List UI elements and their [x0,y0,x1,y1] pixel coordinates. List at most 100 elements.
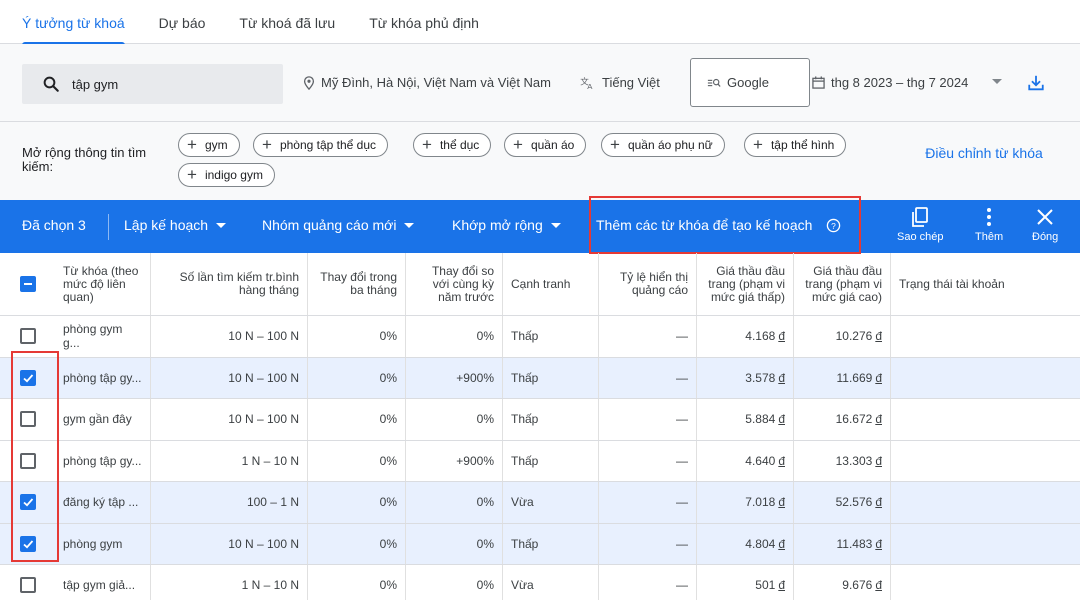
cell-bid-low: 3.578 đ [697,357,794,398]
plus-icon: + [422,134,432,154]
table-row[interactable]: phòng tập gy... 10 N – 100 N 0% +900% Thấp —3… [0,357,1080,399]
svg-text:A: A [587,82,593,90]
chip-phong-tap-the-duc[interactable]: + phòng tập thể dục [253,133,389,157]
cell-keyword[interactable]: đăng ký tập ... [55,482,151,523]
cell-bid-high: 16.672 đ [794,399,891,440]
cell-competition: Vừa [503,565,599,600]
row-checkbox-cell [0,565,55,600]
select-all-checkbox[interactable] [19,276,36,292]
cell-keyword[interactable]: phòng gym [55,523,151,564]
chevron-down-icon [550,222,561,228]
table-row[interactable]: phòng gym g... 10 N – 100 N 0% 0% Thấp —4.168… [0,316,1080,358]
table-row[interactable]: tập gym giả... 1 N – 10 N 0% 0% Vừa —501 đ 9.67… [0,565,1080,600]
table-row[interactable]: phòng tập gy... 1 N – 10 N 0% +900% Thấp —4.6… [0,440,1080,482]
cell-keyword[interactable]: tập gym giả... [55,565,151,600]
cell-bid-high: 9.676 đ [794,565,891,600]
location-selector[interactable]: Mỹ Đình, Hà Nội, Việt Nam và Việt Nam [303,75,551,90]
close-button[interactable]: Đóng [1032,206,1058,243]
cell-account-status [891,441,1080,482]
cell-bid-low: 4.804 đ [697,523,794,564]
currency-symbol: đ [875,329,882,344]
table-row[interactable]: phòng gym 10 N – 100 N 0% 0% Thấp —4.804 đ 11.4… [0,523,1080,565]
refine-keywords-link[interactable]: Điều chỉnh từ khóa [916,144,1052,162]
row-checkbox[interactable] [19,577,36,594]
cell-yoy: 0% [406,316,503,357]
plus-icon: + [187,134,197,154]
header-bid-low[interactable]: Giá thầu đầu trang (phạm vi mức giá thấp… [697,253,794,315]
search-settings-row: Mỹ Đình, Hà Nội, Việt Nam và Việt Nam 文A… [0,44,1080,122]
cell-keyword[interactable]: phòng gym g... [55,316,151,357]
currency-symbol: đ [778,453,785,468]
header-bid-high[interactable]: Giá thầu đầu trang (phạm vi mức giá cao) [794,253,891,315]
cell-three-month: 0% [308,316,406,357]
currency-symbol: đ [778,578,785,593]
chevron-down-icon[interactable] [992,79,1002,84]
cell-yoy: +900% [406,357,503,398]
date-range-selector[interactable]: thg 8 2023 – thg 7 2024 [812,75,968,90]
copy-icon [912,207,929,227]
header-yoy-change[interactable]: Thay đổi so với cùng kỳ năm trước [406,253,503,315]
header-account-status[interactable]: Trạng thái tài khoản [891,253,1080,315]
cell-bid-low: 4.168 đ [697,316,794,357]
header-three-month-change[interactable]: Thay đổi trong ba tháng [308,253,406,315]
cell-avg-searches: 10 N – 100 N [151,357,308,398]
plan-menu-button[interactable]: Lập kế hoạch [124,217,227,233]
search-network-icon [707,78,721,87]
cell-account-status [891,565,1080,600]
cell-bid-high: 52.576 đ [794,482,891,523]
download-icon[interactable] [1027,74,1045,92]
header-avg-searches[interactable]: Số lần tìm kiếm tr.bình hàng tháng [151,253,308,315]
cell-avg-searches: 10 N – 100 N [151,316,308,357]
header-impression-share[interactable]: Tỷ lệ hiển thị quảng cáo [599,253,697,315]
cell-competition: Thấp [503,357,599,398]
chip-quan-ao[interactable]: + quần áo [504,133,587,157]
search-box[interactable] [22,64,283,104]
cell-impression-share: — [599,523,697,564]
cell-yoy: 0% [406,482,503,523]
chip-tap-the-hinh[interactable]: + tập thể hình [744,133,847,157]
chip-indigo-gym[interactable]: + indigo gym [178,163,275,187]
chip-quan-ao-phu-nu[interactable]: + quần áo phụ nữ [601,133,725,157]
network-selector[interactable]: Google [690,58,810,107]
translate-icon: 文A [580,76,593,90]
cell-competition: Vừa [503,482,599,523]
copy-button[interactable]: Sao chép [897,206,943,243]
search-input[interactable] [72,76,272,92]
more-button[interactable]: Thêm [975,206,1003,243]
tab-bar: Ý tưởng từ khoá Dự báo Từ khoá đã lưu Từ… [0,0,1080,45]
cell-bid-low: 4.640 đ [697,440,794,481]
tab-saved-keywords[interactable]: Từ khoá đã lưu [239,0,335,44]
table-row[interactable]: gym gần đây 10 N – 100 N 0% 0% Thấp —5.884 đ 16… [0,399,1080,441]
chip-the-duc[interactable]: + thể dục [413,133,492,157]
plus-icon: + [610,134,620,154]
cell-bid-low: 7.018 đ [697,482,794,523]
language-selector[interactable]: 文A Tiếng Việt [580,75,660,90]
search-icon [43,76,59,92]
table-header-row: Từ khóa (theo mức độ liên quan) Số lần t… [0,253,1080,316]
close-icon [1037,209,1053,225]
cell-keyword[interactable]: phòng tập gy... [55,357,151,398]
currency-symbol: đ [875,495,882,510]
currency-symbol: đ [875,453,882,468]
cell-avg-searches: 100 – 1 N [151,482,308,523]
chevron-down-icon [216,222,227,228]
cell-bid-high: 13.303 đ [794,440,891,481]
tab-keyword-ideas[interactable]: Ý tưởng từ khoá [22,0,125,45]
table-row[interactable]: đăng ký tập ... 100 – 1 N 0% 0% Vừa —7.018 đ 52… [0,482,1080,524]
cell-account-status [891,316,1080,357]
cell-bid-high: 11.483 đ [794,523,891,564]
broad-match-button[interactable]: Khớp mở rộng [452,217,561,233]
tab-negative-keywords[interactable]: Từ khóa phủ định [369,0,479,44]
chip-gym[interactable]: + gym [178,133,240,157]
cell-keyword[interactable]: gym gần đây [55,399,151,440]
cell-yoy: 0% [406,399,503,440]
cell-keyword[interactable]: phòng tập gy... [55,440,151,481]
header-keyword[interactable]: Từ khóa (theo mức độ liên quan) [55,253,151,315]
header-competition[interactable]: Cạnh tranh [503,253,599,315]
tab-forecast[interactable]: Dự báo [159,0,206,44]
cell-impression-share: — [599,482,697,523]
row-checkbox[interactable] [19,328,36,345]
currency-symbol: đ [875,578,882,593]
new-ad-group-button[interactable]: Nhóm quảng cáo mới [262,217,415,233]
plus-icon: + [753,134,763,154]
